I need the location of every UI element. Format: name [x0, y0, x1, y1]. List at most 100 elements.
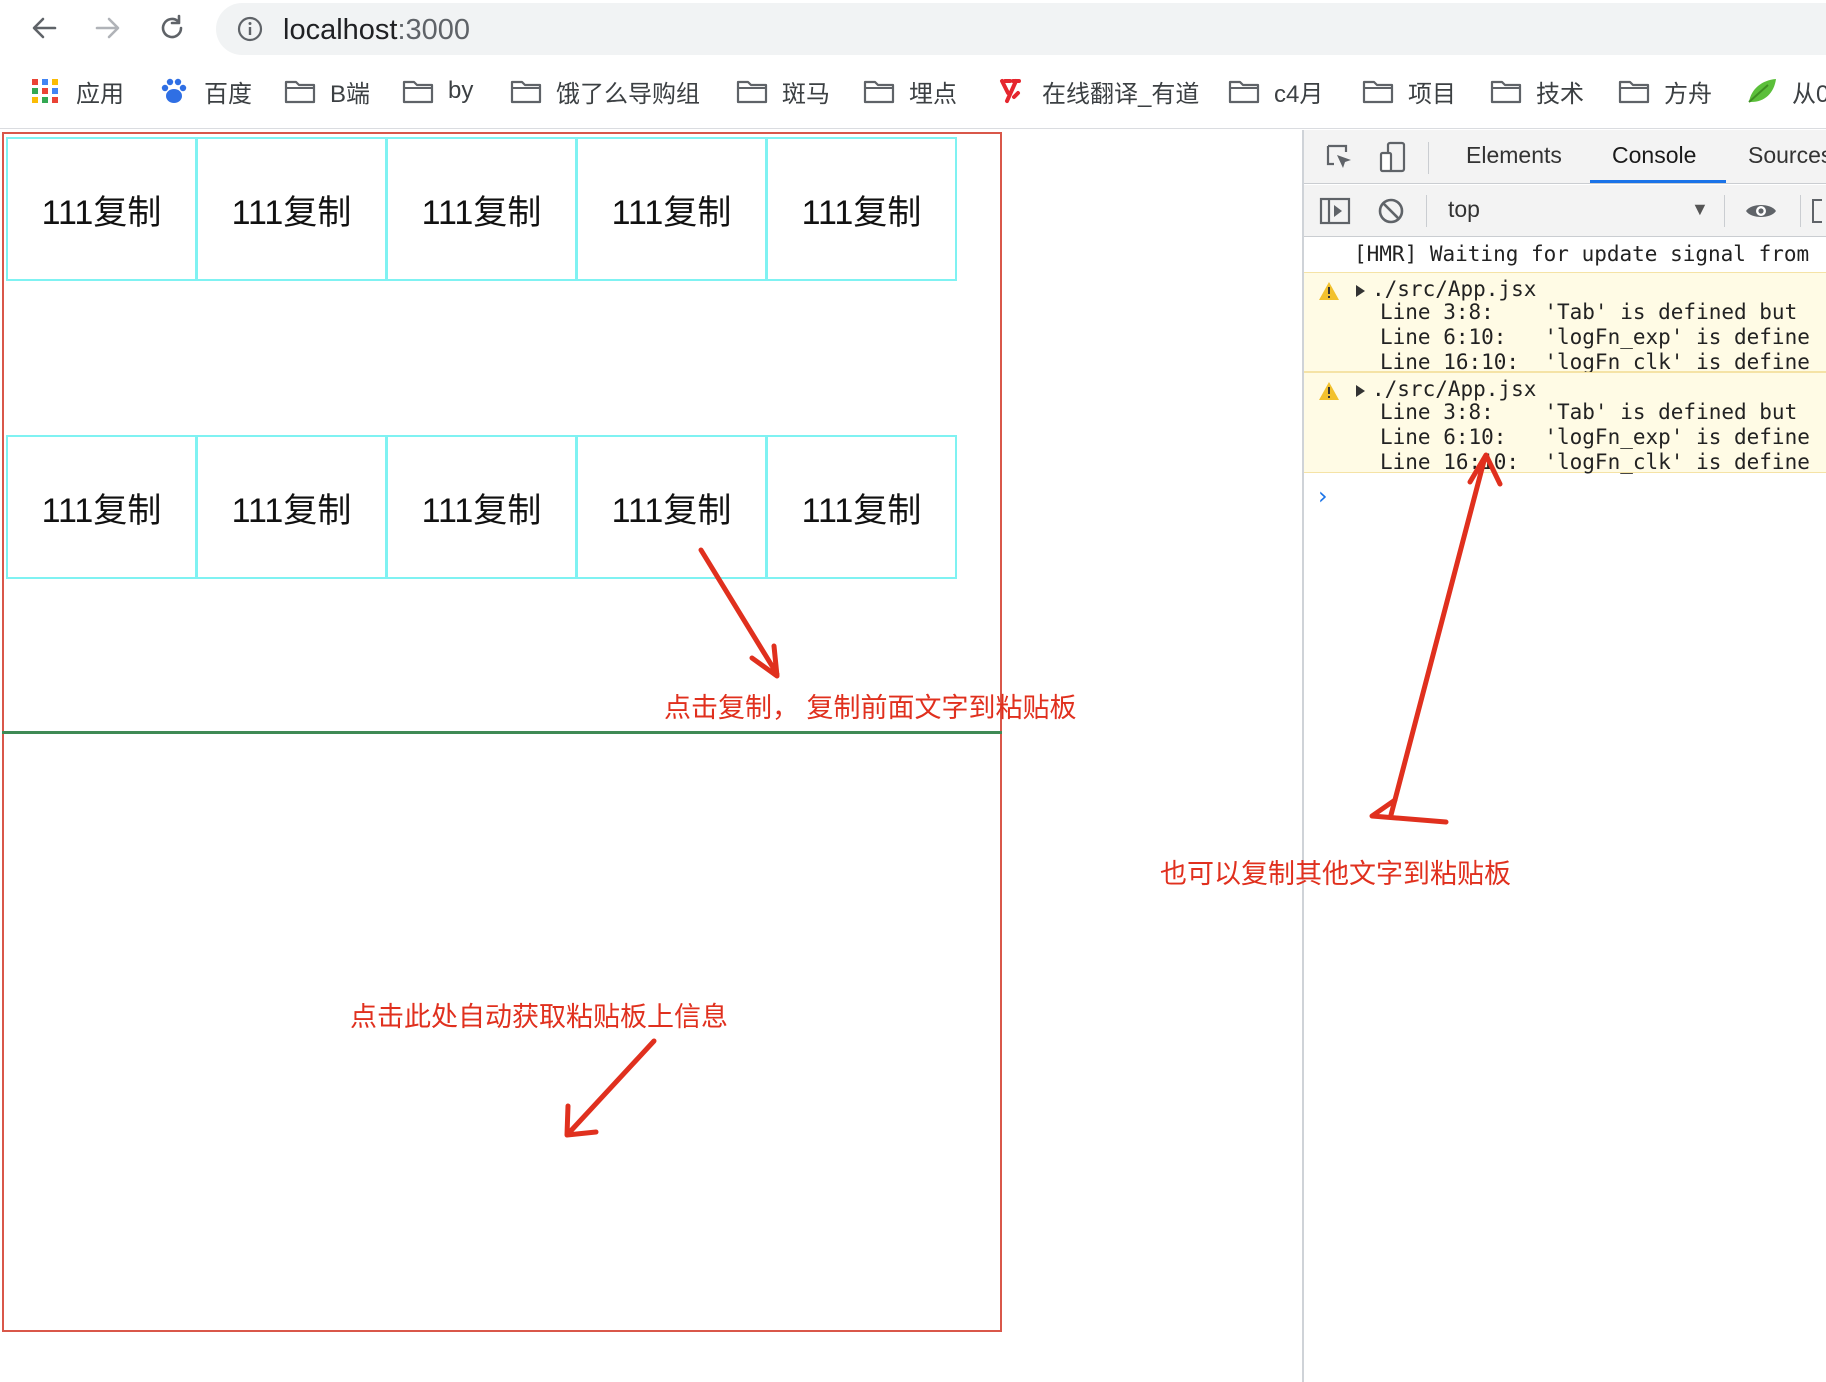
- warning-icon: [1319, 382, 1339, 400]
- paste-hint-note: 点击此处自动获取粘贴板上信息: [350, 1002, 728, 1032]
- url-port: :3000: [397, 14, 471, 46]
- folder-icon: [1228, 80, 1260, 104]
- url-host: localhost: [283, 14, 398, 46]
- devtools-panel: Elements Console Sources top ▼ [HMR] Wai…: [1302, 130, 1826, 1382]
- tab-sources[interactable]: Sources: [1748, 142, 1826, 169]
- console-log-message: [HMR] Waiting for update signal from: [1354, 242, 1810, 266]
- warning-file[interactable]: ./src/App.jsx: [1372, 277, 1536, 301]
- toolbar-separator: [1724, 195, 1725, 227]
- expand-triangle-icon[interactable]: [1356, 285, 1365, 297]
- copy-cell[interactable]: 111复制: [6, 137, 197, 281]
- bookmark-fangzhou[interactable]: 方舟: [1618, 74, 1712, 108]
- bookmark-label: by: [448, 77, 474, 104]
- toolbar-separator: [1426, 195, 1427, 227]
- clear-console-icon[interactable]: [1374, 194, 1408, 228]
- toolbar-separator: [1800, 195, 1801, 227]
- browser-toolbar: localhost:3000 应用 百度 B端 by 饿了么导购组 斑马 埋点 …: [0, 0, 1826, 129]
- page-viewport: 111复制 111复制 111复制 111复制 111复制 111复制 111复…: [0, 130, 1302, 1382]
- bookmark-label: 埋点: [909, 80, 957, 108]
- warning-line: Line 3:8: 'Tab' is defined but: [1380, 300, 1798, 324]
- copy-cell[interactable]: 111复制: [576, 137, 767, 281]
- url-text[interactable]: localhost:3000: [283, 14, 470, 47]
- folder-icon: [1490, 80, 1522, 104]
- bookmark-label: 百度: [204, 80, 252, 108]
- copy-panel: 111复制 111复制 111复制 111复制 111复制 111复制 111复…: [2, 132, 1002, 732]
- warning-line: Line 6:10: 'logFn_exp' is define: [1380, 425, 1810, 449]
- bookmark-c4yue[interactable]: c4月: [1228, 74, 1323, 108]
- console-warning[interactable]: ./src/App.jsx Line 3:8: 'Tab' is defined…: [1304, 372, 1826, 474]
- folder-icon: [284, 80, 316, 104]
- forward-arrow-icon[interactable]: [88, 8, 128, 48]
- bookmark-youdao[interactable]: 在线翻译_有道: [996, 74, 1199, 108]
- youdao-icon: [1000, 79, 1021, 103]
- bookmark-by[interactable]: by: [402, 74, 473, 108]
- info-icon[interactable]: [236, 15, 264, 43]
- copy-cell[interactable]: 111复制: [766, 435, 957, 579]
- bookmark-xiangmu[interactable]: 项目: [1362, 74, 1456, 108]
- console-toolbar: top ▼: [1304, 185, 1826, 237]
- warning-line: Line 16:10: 'logFn_clk' is define: [1380, 450, 1810, 474]
- inspect-element-icon[interactable]: [1322, 140, 1356, 174]
- dropdown-arrow-icon[interactable]: ▼: [1691, 199, 1709, 220]
- bookmark-baidu[interactable]: 百度: [158, 74, 252, 108]
- address-bar[interactable]: localhost:3000: [216, 3, 1826, 55]
- copy-row: 111复制 111复制 111复制 111复制 111复制: [6, 137, 962, 281]
- folder-icon: [510, 80, 542, 104]
- context-selector[interactable]: top: [1448, 196, 1480, 223]
- console-warning[interactable]: ./src/App.jsx Line 3:8: 'Tab' is defined…: [1304, 272, 1826, 374]
- bookmark-label: 斑马: [782, 80, 830, 108]
- bookmark-eleme[interactable]: 饿了么导购组: [510, 74, 700, 108]
- bookmarks-bar: 应用 百度 B端 by 饿了么导购组 斑马 埋点 在线翻译_有道 c4月 项目 …: [0, 66, 1826, 116]
- show-sidebar-icon[interactable]: [1318, 194, 1352, 228]
- folder-icon: [863, 80, 895, 104]
- warning-line: Line 16:10: 'logFn_clk' is define: [1380, 350, 1810, 374]
- bookmark-label: 项目: [1408, 80, 1456, 108]
- copy-row: 111复制 111复制 111复制 111复制 111复制: [6, 435, 962, 579]
- baidu-paw-icon: [161, 78, 187, 103]
- folder-icon: [736, 80, 768, 104]
- bookmark-label: 在线翻译_有道: [1042, 80, 1200, 108]
- warning-line: Line 6:10: 'logFn_exp' is define: [1380, 325, 1810, 349]
- copy-cell[interactable]: 111复制: [196, 435, 387, 579]
- toolbar-separator: [1428, 142, 1429, 174]
- expand-triangle-icon[interactable]: [1356, 385, 1365, 397]
- copy-cell[interactable]: 111复制: [576, 435, 767, 579]
- folder-icon: [1362, 80, 1394, 104]
- back-arrow-icon[interactable]: [24, 8, 64, 48]
- copy-cell[interactable]: 111复制: [766, 137, 957, 281]
- tab-console[interactable]: Console: [1612, 142, 1696, 169]
- filter-input-edge[interactable]: [1812, 199, 1822, 223]
- bookmark-label: 从0: [1792, 80, 1826, 108]
- warning-line: Line 3:8: 'Tab' is defined but: [1380, 400, 1798, 424]
- warning-icon: [1319, 282, 1339, 300]
- other-copy-hint-note: 也可以复制其他文字到粘贴板: [1160, 859, 1511, 889]
- bookmark-jishu[interactable]: 技术: [1490, 74, 1584, 108]
- reload-icon[interactable]: [152, 8, 192, 48]
- copy-cell[interactable]: 111复制: [386, 435, 577, 579]
- bookmark-label: 技术: [1536, 80, 1584, 108]
- folder-icon: [402, 80, 434, 104]
- bookmark-maidian[interactable]: 埋点: [863, 74, 957, 108]
- bookmark-label: B端: [330, 80, 371, 108]
- bookmark-apps[interactable]: 应用: [30, 74, 124, 108]
- copy-cell[interactable]: 111复制: [196, 137, 387, 281]
- apps-grid-icon: [32, 79, 58, 103]
- device-toolbar-icon[interactable]: [1376, 140, 1410, 174]
- leaf-icon: [1748, 79, 1776, 103]
- copy-cell[interactable]: 111复制: [386, 137, 577, 281]
- folder-icon: [1618, 80, 1650, 104]
- bookmark-label: 应用: [76, 80, 124, 108]
- console-prompt[interactable]: ›: [1318, 482, 1328, 510]
- devtools-tabbar: Elements Console Sources: [1304, 130, 1826, 184]
- tab-elements[interactable]: Elements: [1466, 142, 1562, 169]
- bookmark-label: 方舟: [1664, 80, 1712, 108]
- bookmark-b-duan[interactable]: B端: [284, 74, 370, 108]
- copy-hint-note: 点击复制， 复制前面文字到粘贴板: [664, 693, 1077, 723]
- active-tab-indicator: [1590, 180, 1726, 183]
- eye-icon[interactable]: [1744, 194, 1778, 228]
- bookmark-banma[interactable]: 斑马: [736, 74, 830, 108]
- bookmark-label: 饿了么导购组: [556, 80, 700, 108]
- bookmark-cong0[interactable]: 从0: [1746, 74, 1826, 108]
- warning-file[interactable]: ./src/App.jsx: [1372, 377, 1536, 401]
- copy-cell[interactable]: 111复制: [6, 435, 197, 579]
